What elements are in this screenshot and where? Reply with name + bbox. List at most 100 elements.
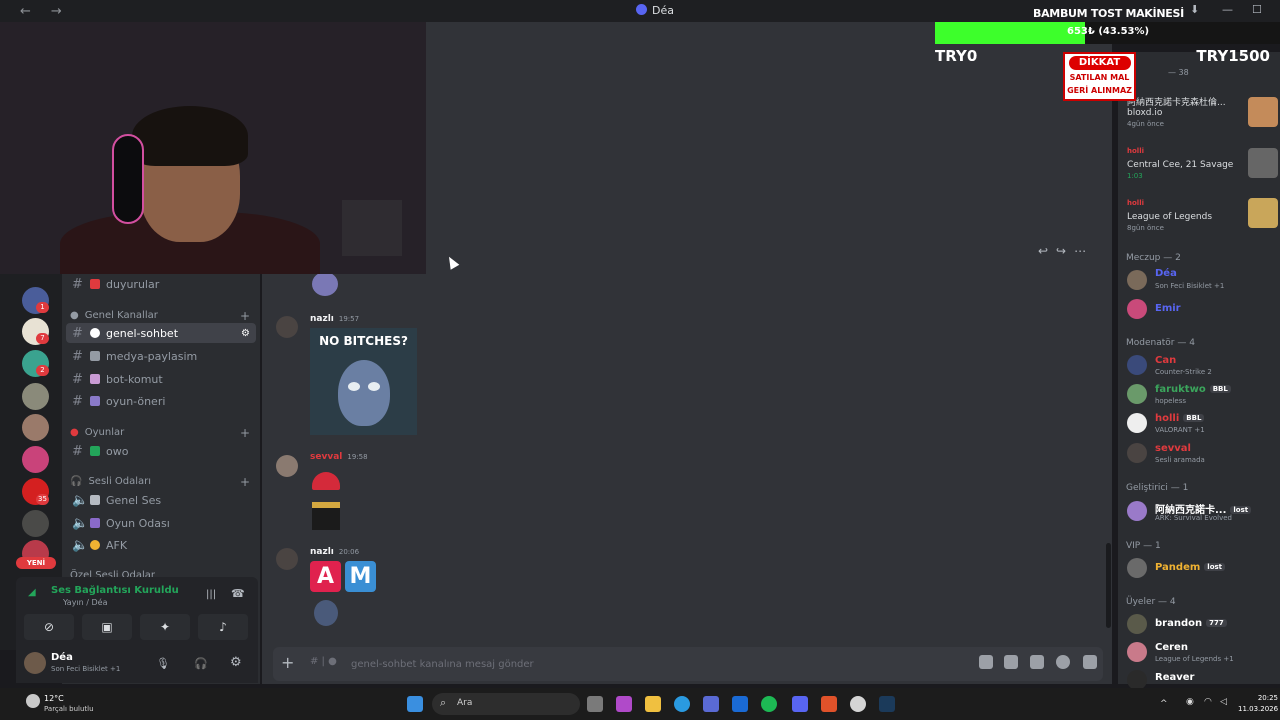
camera-off-button[interactable]: ⊘ (24, 614, 74, 640)
server-icon-4[interactable] (22, 383, 49, 410)
voice-channel-genel-ses[interactable]: 🔈 Genel Ses (66, 490, 256, 510)
category-games[interactable]: ● Oyunlar + (70, 426, 250, 440)
member-name[interactable]: faruktwo BBL (1155, 384, 1231, 395)
gif-icon[interactable] (1004, 655, 1018, 669)
weather-icon[interactable] (26, 694, 40, 708)
voice-channel-afk[interactable]: 🔈 AFK (66, 535, 256, 555)
disconnect-icon[interactable]: ☎ (231, 587, 245, 600)
avatar[interactable] (1127, 270, 1147, 290)
avatar[interactable] (276, 548, 298, 570)
brave-icon[interactable] (821, 696, 837, 712)
microphone-icon[interactable]: 🎙 (156, 657, 170, 670)
add-attachment-icon[interactable]: + (281, 653, 294, 672)
network-icon[interactable]: ◉ (1186, 697, 1194, 707)
server-icon-8[interactable] (22, 510, 49, 537)
chat-scrollbar[interactable] (1106, 543, 1111, 628)
avatar[interactable] (1127, 614, 1147, 634)
taskbar-clock[interactable]: 20:25 11.03.2026 (1238, 693, 1278, 715)
weather-temp[interactable]: 12°C (44, 694, 64, 703)
volume-icon[interactable]: ◁ (1220, 697, 1227, 707)
album-art[interactable] (1248, 148, 1278, 178)
edge-icon[interactable] (674, 696, 690, 712)
steam-icon[interactable] (879, 696, 895, 712)
member-name[interactable]: Can (1155, 355, 1176, 366)
avatar[interactable] (276, 455, 298, 477)
member-category[interactable]: VIP — 1 (1126, 541, 1161, 551)
message-author[interactable]: sevval 19:58 (310, 452, 368, 462)
meme-image[interactable]: NO BITCHES? (310, 328, 417, 435)
screen-share-button[interactable]: ▣ (82, 614, 132, 640)
member-name[interactable]: Pandem lost (1155, 562, 1226, 573)
server-icon-6[interactable] (22, 446, 49, 473)
spotify-icon[interactable] (761, 696, 777, 712)
noise-suppression-icon[interactable]: ||| (206, 589, 216, 600)
member-name[interactable]: Reaver (1155, 672, 1194, 683)
soundboard-button[interactable]: ♪ (198, 614, 248, 640)
channel-genel-sohbet[interactable]: # genel-sohbet ⚙ (66, 323, 256, 343)
headset-icon[interactable]: 🎧 (194, 657, 208, 670)
add-channel-icon[interactable]: + (240, 309, 250, 323)
channel-duyurular[interactable]: # duyurular (66, 274, 256, 294)
avatar[interactable] (1127, 501, 1147, 521)
member-category[interactable]: Meczup — 2 (1126, 253, 1181, 263)
message-author[interactable]: nazlı 20:06 (310, 547, 359, 557)
discord-icon[interactable] (792, 696, 808, 712)
avatar[interactable] (1127, 642, 1147, 662)
tray-chevron-icon[interactable]: ^ (1160, 699, 1168, 709)
category-voice[interactable]: 🎧 Sesli Odaları + (70, 475, 250, 489)
member-name[interactable]: Emir (1155, 303, 1181, 314)
avatar[interactable] (1127, 670, 1147, 690)
channel-oyun-oneri[interactable]: # oyun-öneri (66, 391, 256, 411)
store-icon[interactable] (703, 696, 719, 712)
back-arrow-icon[interactable]: ← (20, 4, 31, 19)
message-hover-toolbar[interactable]: ↩↪⋯ (1038, 244, 1094, 258)
channel-bot-komut[interactable]: # bot-komut (66, 369, 256, 389)
avatar[interactable] (1127, 558, 1147, 578)
avatar[interactable] (1127, 299, 1147, 319)
member-category[interactable]: Modenatör — 4 (1126, 338, 1195, 348)
sticker-icon[interactable] (1030, 655, 1044, 669)
new-badge[interactable]: YENİ (16, 557, 56, 569)
voice-status[interactable]: Ses Bağlantısı Kuruldu (51, 585, 179, 596)
voice-channel-oyun-odasi[interactable]: 🔈 Oyun Odası (66, 513, 256, 533)
league-logo[interactable] (1248, 198, 1278, 228)
activity-thumbnail[interactable] (1248, 97, 1278, 127)
add-channel-icon[interactable]: + (240, 426, 250, 440)
member-name[interactable]: holli BBL (1155, 413, 1205, 424)
member-name[interactable]: brandon 777 (1155, 618, 1227, 629)
member-status: hopeless (1155, 397, 1187, 405)
member-category[interactable]: Üyeler — 4 (1126, 597, 1176, 607)
member-name[interactable]: Ceren (1155, 642, 1188, 653)
gift-icon[interactable] (979, 655, 993, 669)
channel-owo[interactable]: # owo (66, 441, 256, 461)
settings-gear-icon[interactable]: ⚙ (241, 328, 250, 339)
avatar[interactable] (1127, 443, 1147, 463)
app-icon[interactable] (616, 696, 632, 712)
activities-button[interactable]: ✦ (140, 614, 190, 640)
taskbar-search[interactable]: ⌕ Ara (432, 693, 580, 715)
file-explorer-icon[interactable] (645, 696, 661, 712)
message-author[interactable]: nazlı 19:57 (310, 314, 359, 324)
avatar[interactable] (1127, 355, 1147, 375)
channel-medya-paylasim[interactable]: # medya-paylasim (66, 346, 256, 366)
message-input[interactable] (351, 656, 851, 672)
avatar[interactable] (1127, 413, 1147, 433)
member-name[interactable]: sevval (1155, 443, 1191, 454)
forward-arrow-icon[interactable]: → (51, 4, 62, 19)
avatar[interactable] (24, 652, 46, 674)
member-category[interactable]: Geliştirici — 1 (1126, 483, 1188, 493)
app-icon[interactable] (850, 696, 866, 712)
apps-icon[interactable] (1083, 655, 1097, 669)
category-general[interactable]: ● Genel Kanallar + (70, 309, 250, 323)
emoji-icon[interactable] (1056, 655, 1070, 669)
user-settings-gear-icon[interactable]: ⚙ (230, 655, 242, 670)
avatar[interactable] (1127, 384, 1147, 404)
task-view-icon[interactable] (587, 696, 603, 712)
outlook-icon[interactable] (732, 696, 748, 712)
windows-start-icon[interactable] (407, 696, 423, 712)
wifi-icon[interactable]: ◠ (1204, 697, 1212, 707)
add-channel-icon[interactable]: + (240, 475, 250, 489)
avatar[interactable] (276, 316, 298, 338)
server-icon-5[interactable] (22, 414, 49, 441)
member-name[interactable]: Déa (1155, 268, 1177, 279)
